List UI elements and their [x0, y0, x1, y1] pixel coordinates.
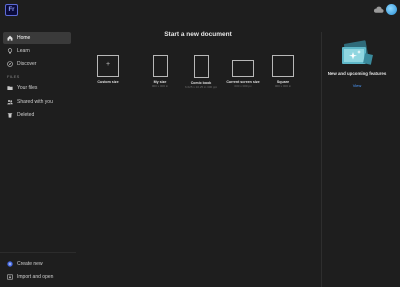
sidebar-item-label: Import and open — [17, 274, 54, 280]
plus-icon: + — [105, 61, 111, 68]
preset-square[interactable]: Square 000 x 000 in — [266, 55, 300, 89]
preset-comic-book[interactable]: Comic book 6.625 x 10.25 in 300 ppi — [184, 55, 218, 90]
news-panel: New and upcoming features View — [322, 22, 400, 287]
new-features-illustration — [342, 40, 373, 65]
folder-icon — [7, 86, 13, 90]
app-logo[interactable]: Fr — [5, 4, 18, 16]
sidebar-item-shared-with-you[interactable]: Shared with you — [3, 96, 71, 108]
top-bar: Fr — [0, 0, 400, 22]
trash-icon — [7, 113, 13, 118]
sidebar-divider — [0, 252, 76, 253]
home-icon — [7, 35, 13, 41]
sidebar-item-discover[interactable]: Discover — [3, 58, 71, 70]
preset-name: Custom size — [97, 80, 119, 84]
fresco-home-window: Fr Home Learn Discover FILES Your files … — [0, 0, 400, 287]
sidebar-item-label: Create new — [17, 261, 43, 267]
preset-thumbnail — [272, 55, 294, 77]
compass-icon — [7, 61, 13, 67]
preset-dimensions: 000 x 000 in — [151, 84, 169, 88]
main-content: Start a new document + Custom size My si… — [76, 22, 320, 287]
sidebar: Home Learn Discover FILES Your files Sha… — [0, 22, 76, 287]
sidebar-item-label: Learn — [17, 48, 30, 54]
plus-circle-icon — [7, 261, 13, 267]
create-new-button[interactable]: Create new — [3, 258, 71, 270]
import-icon — [7, 274, 13, 280]
preset-thumbnail — [193, 55, 209, 78]
lightbulb-icon — [7, 48, 13, 54]
preset-dimensions: 000 x 000 in — [274, 84, 292, 88]
avatar[interactable] — [386, 4, 397, 15]
preset-current-screen-size[interactable]: Current screen size 000 x 000 px — [226, 55, 260, 89]
preset-thumbnail: + — [97, 55, 119, 77]
cloud-icon[interactable] — [373, 5, 384, 15]
files-section-label: FILES — [7, 74, 20, 79]
view-link[interactable]: View — [322, 83, 392, 88]
sidebar-item-label: Shared with you — [17, 99, 53, 105]
preset-dimensions: 000 x 000 px — [234, 84, 252, 88]
preset-thumbnail — [232, 60, 254, 77]
preset-dimensions: 6.625 x 10.25 in 300 ppi — [184, 85, 218, 89]
import-and-open-button[interactable]: Import and open — [3, 271, 71, 283]
sidebar-item-label: Home — [17, 35, 31, 41]
sidebar-item-learn[interactable]: Learn — [3, 45, 71, 57]
sidebar-item-label: Your files — [17, 85, 38, 91]
sidebar-item-label: Deleted — [17, 112, 35, 118]
sidebar-item-label: Discover — [17, 61, 37, 67]
preset-my-size[interactable]: My size 000 x 000 in — [143, 55, 177, 89]
people-icon — [7, 100, 13, 105]
sidebar-item-home[interactable]: Home — [3, 32, 71, 44]
preset-thumbnail — [152, 55, 168, 77]
page-title: Start a new document — [164, 31, 232, 38]
sidebar-item-your-files[interactable]: Your files — [3, 82, 71, 94]
sidebar-item-deleted[interactable]: Deleted — [3, 109, 71, 121]
preset-custom-size[interactable]: + Custom size — [91, 55, 125, 85]
news-title: New and upcoming features — [327, 71, 387, 76]
